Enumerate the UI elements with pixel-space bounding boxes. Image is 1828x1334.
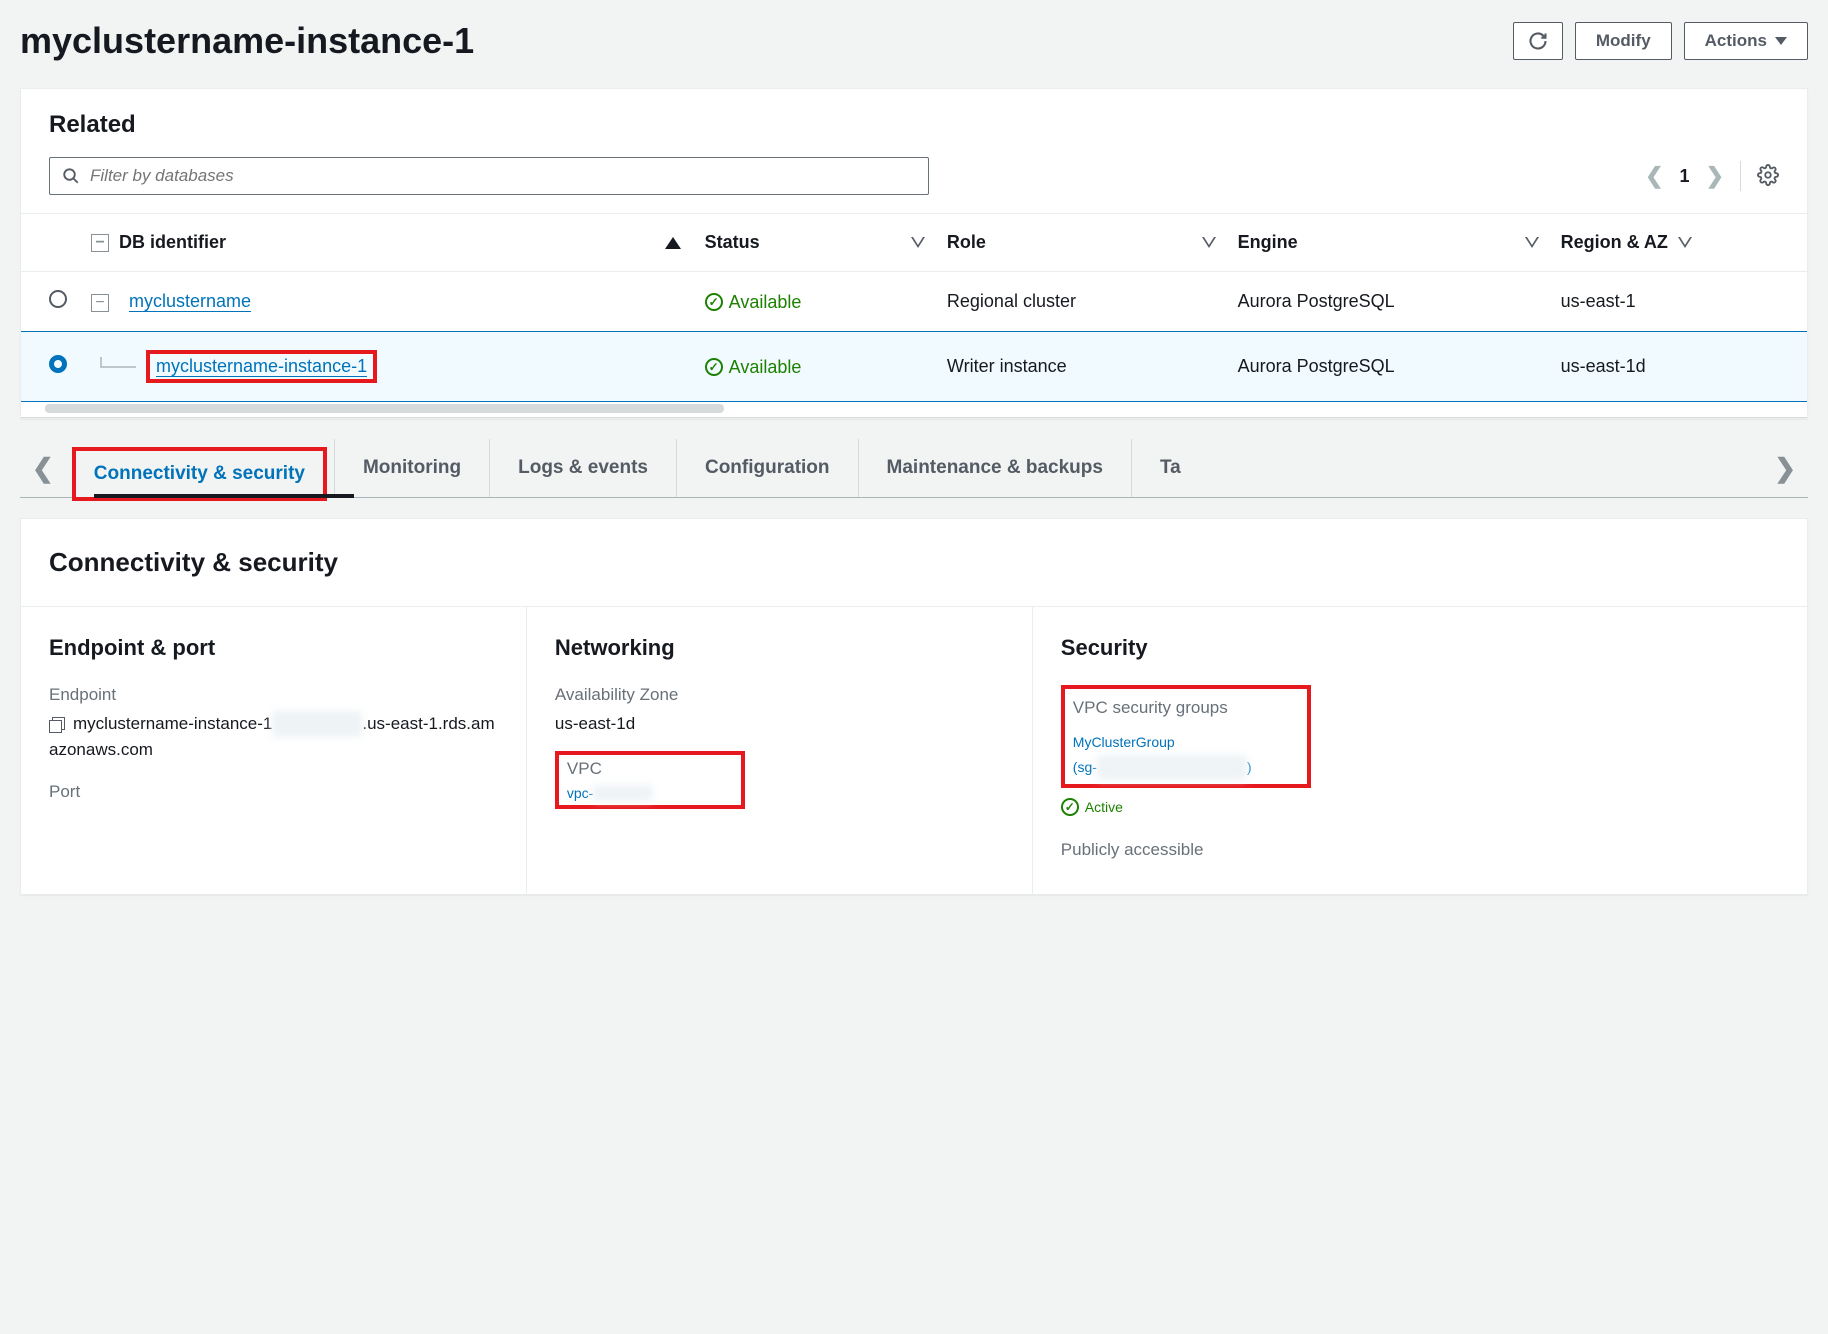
refresh-icon <box>1528 31 1548 51</box>
networking-section: Networking Availability Zone us-east-1d … <box>526 607 1032 894</box>
networking-heading: Networking <box>555 635 1004 661</box>
check-icon: ✓ <box>705 293 723 311</box>
endpoint-port-heading: Endpoint & port <box>49 635 498 661</box>
vpc-link[interactable]: vpc-xxxxxx <box>567 785 653 801</box>
sg-name: MyClusterGroup <box>1073 734 1175 750</box>
sort-icon[interactable] <box>1202 237 1214 249</box>
sort-asc-icon[interactable] <box>665 237 681 249</box>
sort-icon[interactable] <box>1525 237 1537 249</box>
tabs: ❮ Connectivity & security Monitoring Log… <box>20 439 1808 498</box>
sort-icon[interactable] <box>1678 237 1690 249</box>
sort-icon[interactable] <box>911 237 923 249</box>
engine-cell: Aurora PostgreSQL <box>1226 332 1549 402</box>
horizontal-scrollbar[interactable] <box>21 402 1807 418</box>
table-row[interactable]: myclustername-instance-1 ✓ Available Wri… <box>21 332 1807 402</box>
security-heading: Security <box>1061 635 1779 661</box>
check-icon: ✓ <box>705 358 723 376</box>
tabs-scroll-left[interactable]: ❮ <box>20 453 66 484</box>
refresh-button[interactable] <box>1513 22 1563 60</box>
actions-label: Actions <box>1705 31 1767 51</box>
az-label: Availability Zone <box>555 685 1004 705</box>
tab-connectivity-security[interactable]: Connectivity & security <box>72 447 327 501</box>
db-link[interactable]: myclustername <box>129 291 251 312</box>
status-text: Available <box>729 292 802 313</box>
expand-row-toggle[interactable]: − <box>91 294 109 312</box>
col-status[interactable]: Status <box>705 232 760 253</box>
row-radio[interactable] <box>49 355 67 373</box>
scrollbar-thumb[interactable] <box>45 404 724 413</box>
highlight-box: VPC security groups MyClusterGroup (sg-x… <box>1061 685 1311 788</box>
copy-icon[interactable] <box>49 717 65 733</box>
check-icon: ✓ <box>1061 798 1079 816</box>
table-row[interactable]: − myclustername ✓ Available Regional clu… <box>21 272 1807 332</box>
tree-connector-icon <box>91 357 141 377</box>
status-badge: ✓ Available <box>705 292 802 313</box>
sg-link[interactable]: MyClusterGroup (sg-xxxxxxxxxxxxxxx) <box>1073 730 1299 780</box>
highlight-box: myclustername-instance-1 <box>146 350 377 383</box>
region-cell: us-east-1d <box>1549 332 1807 402</box>
endpoint-port-section: Endpoint & port Endpoint myclustername-i… <box>21 607 526 894</box>
detail-title: Connectivity & security <box>21 519 1807 606</box>
expand-all-toggle[interactable]: − <box>91 234 109 252</box>
highlight-box: VPC vpc-xxxxxx <box>555 751 745 809</box>
page-title: myclustername-instance-1 <box>20 20 474 62</box>
security-section: Security VPC security groups MyClusterGr… <box>1032 607 1807 894</box>
settings-button[interactable] <box>1757 164 1779 189</box>
tab-logs-events[interactable]: Logs & events <box>489 439 676 497</box>
status-text: Available <box>729 357 802 378</box>
region-cell: us-east-1 <box>1549 272 1807 332</box>
filter-box[interactable] <box>49 157 929 195</box>
row-radio[interactable] <box>49 290 67 308</box>
tabs-scroll-right[interactable]: ❯ <box>1762 453 1808 484</box>
status-badge: ✓ Available <box>705 357 802 378</box>
page-next[interactable]: ❯ <box>1706 163 1724 189</box>
role-cell: Regional cluster <box>935 272 1226 332</box>
filter-input[interactable] <box>90 166 916 186</box>
sg-status: ✓ Active <box>1061 798 1123 816</box>
page-number: 1 <box>1680 166 1690 187</box>
active-tab-underline <box>94 494 354 498</box>
col-role[interactable]: Role <box>947 232 986 253</box>
port-label: Port <box>49 782 498 802</box>
tab-tags[interactable]: Ta <box>1131 439 1209 497</box>
col-region-az[interactable]: Region & AZ <box>1561 232 1668 253</box>
db-link[interactable]: myclustername-instance-1 <box>156 356 367 377</box>
col-engine[interactable]: Engine <box>1238 232 1298 253</box>
engine-cell: Aurora PostgreSQL <box>1226 272 1549 332</box>
col-db-identifier[interactable]: DB identifier <box>119 232 226 253</box>
role-cell: Writer instance <box>935 332 1226 402</box>
tab-maintenance-backups[interactable]: Maintenance & backups <box>858 439 1131 497</box>
gear-icon <box>1757 164 1779 186</box>
actions-button[interactable]: Actions <box>1684 22 1808 60</box>
divider <box>1740 161 1741 191</box>
vpc-label: VPC <box>567 759 733 779</box>
az-value: us-east-1d <box>555 711 1004 737</box>
public-access-label: Publicly accessible <box>1061 840 1779 860</box>
connectivity-security-panel: Connectivity & security Endpoint & port … <box>20 518 1808 895</box>
tab-monitoring[interactable]: Monitoring <box>334 439 489 497</box>
search-icon <box>62 167 80 185</box>
endpoint-value: myclustername-instance-1xxxxxxxxx.us-eas… <box>49 711 498 762</box>
sg-status-text: Active <box>1085 799 1123 815</box>
related-panel: Related ❮ 1 ❯ <box>20 88 1808 419</box>
sg-label: VPC security groups <box>1073 693 1299 724</box>
related-title: Related <box>21 89 1807 157</box>
endpoint-label: Endpoint <box>49 685 498 705</box>
tab-configuration[interactable]: Configuration <box>676 439 858 497</box>
page-prev[interactable]: ❮ <box>1645 163 1663 189</box>
modify-button[interactable]: Modify <box>1575 22 1672 60</box>
caret-down-icon <box>1775 37 1787 45</box>
